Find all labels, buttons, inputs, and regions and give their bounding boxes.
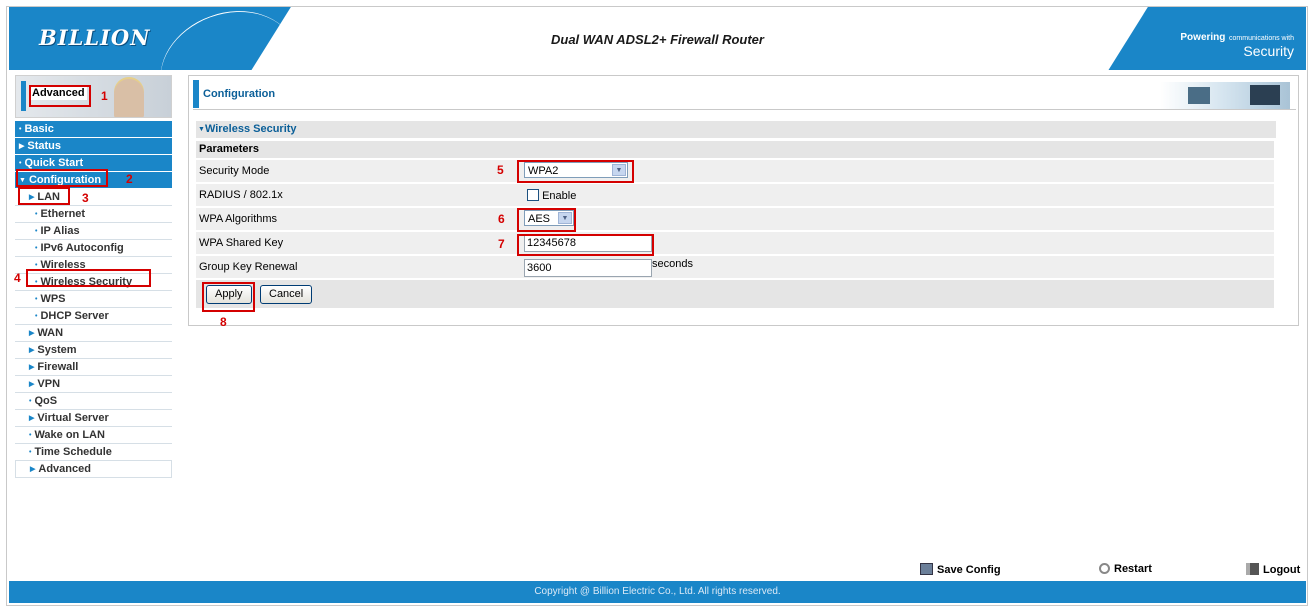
sidebar-item-ip-alias[interactable]: • IP Alias [15,223,172,240]
bullet-icon: • [29,432,32,439]
logout-link[interactable]: Logout [1246,563,1300,576]
office-photo-icon [1160,82,1290,109]
triangle-right-icon: ▶ [29,381,35,388]
save-config-link[interactable]: Save Config [920,563,1001,576]
sidebar-item-wake-on-lan[interactable]: • Wake on LAN [15,427,172,444]
seconds-unit-label: seconds [652,258,693,270]
section-header[interactable]: ▼Wireless Security [196,121,1276,138]
triangle-right-icon: ▶ [19,143,25,150]
cancel-button[interactable]: Cancel [260,285,313,304]
logout-door-icon [1246,563,1259,575]
triangle-right-icon: ▶ [29,347,35,354]
bullet-icon: • [35,262,38,269]
annotation-box-2 [16,169,108,187]
annotation-number-1: 1 [101,89,108,103]
page-title: Configuration [203,88,276,100]
sidebar-item-basic[interactable]: • Basic [15,121,172,138]
sidebar-item-dhcp-server[interactable]: • DHCP Server [15,308,172,325]
triangle-right-icon: ▶ [29,415,35,422]
annotation-number-8: 8 [220,315,227,329]
wpa-algorithms-row: WPA Algorithms AES ▼ [196,208,1274,232]
parameters-header: Parameters [196,141,1274,160]
sidebar-item-time-schedule[interactable]: • Time Schedule [15,444,172,461]
annotation-box-6 [517,208,576,232]
main-header: Configuration [193,79,1296,110]
annotation-box-3 [18,187,70,205]
copyright-footer: Copyright @ Billion Electric Co., Ltd. A… [9,581,1306,603]
sidebar-item-status[interactable]: ▶ Status [15,138,172,155]
security-mode-row: Security Mode WPA2 ▼ [196,160,1274,184]
sidebar-item-wan[interactable]: ▶ WAN [15,325,172,342]
annotation-box-7 [517,234,654,256]
header-right-graphic: Powering communications with Security [1046,7,1306,70]
triangle-right-icon: ▶ [30,466,36,473]
radius-enable-checkbox[interactable] [527,189,539,201]
annotation-number-3: 3 [82,191,89,205]
annotation-box-1 [29,85,91,107]
radius-row: RADIUS / 802.1x Enable [196,184,1274,208]
triangle-down-icon: ▼ [198,126,205,133]
bullet-icon: • [35,211,38,218]
annotation-number-6: 6 [498,212,505,226]
sidebar-item-wps[interactable]: • WPS [15,291,172,308]
restart-link[interactable]: Restart [1099,563,1152,575]
bullet-icon: • [35,228,38,235]
triangle-right-icon: ▶ [29,330,35,337]
bullet-icon: • [35,313,38,320]
annotation-box-8 [202,282,255,312]
bullet-icon: • [29,398,32,405]
header: BILLION Dual WAN ADSL2+ Firewall Router … [9,7,1306,70]
form-buttons-row: Apply Cancel [196,280,1274,308]
sidebar-item-ethernet[interactable]: • Ethernet [15,206,172,223]
group-key-renewal-input[interactable]: 3600 [524,259,652,277]
annotation-number-5: 5 [497,163,504,177]
sidebar-item-firewall[interactable]: ▶ Firewall [15,359,172,376]
group-key-renewal-row: Group Key Renewal 3600 seconds [196,256,1274,280]
bullet-icon: • [19,160,22,167]
sidebar-item-vpn[interactable]: ▶ VPN [15,376,172,393]
annotation-number-4: 4 [14,271,21,285]
bullet-icon: • [29,449,32,456]
annotation-box-4 [26,269,151,287]
wpa-shared-key-row: WPA Shared Key 12345678 [196,232,1274,256]
sidebar-item-qos[interactable]: • QoS [15,393,172,410]
person-photo-icon [114,79,144,117]
bullet-icon: • [35,296,38,303]
slogan: Powering communications with Security [1180,32,1294,59]
annotation-number-7: 7 [498,237,505,251]
annotation-box-5 [517,160,634,183]
sidebar-item-advanced[interactable]: ▶ Advanced [15,461,172,478]
triangle-right-icon: ▶ [29,364,35,371]
bullet-icon: • [19,126,22,133]
restart-icon [1099,563,1110,574]
sidebar-item-ipv6-autoconfig[interactable]: • IPv6 Autoconfig [15,240,172,257]
floppy-disk-icon [920,563,933,575]
sidebar-item-system[interactable]: ▶ System [15,342,172,359]
annotation-number-2: 2 [126,172,133,186]
bullet-icon: • [35,245,38,252]
wireless-security-form: Parameters Security Mode WPA2 ▼ RADIUS / … [196,141,1274,308]
sidebar-item-virtual-server[interactable]: ▶ Virtual Server [15,410,172,427]
